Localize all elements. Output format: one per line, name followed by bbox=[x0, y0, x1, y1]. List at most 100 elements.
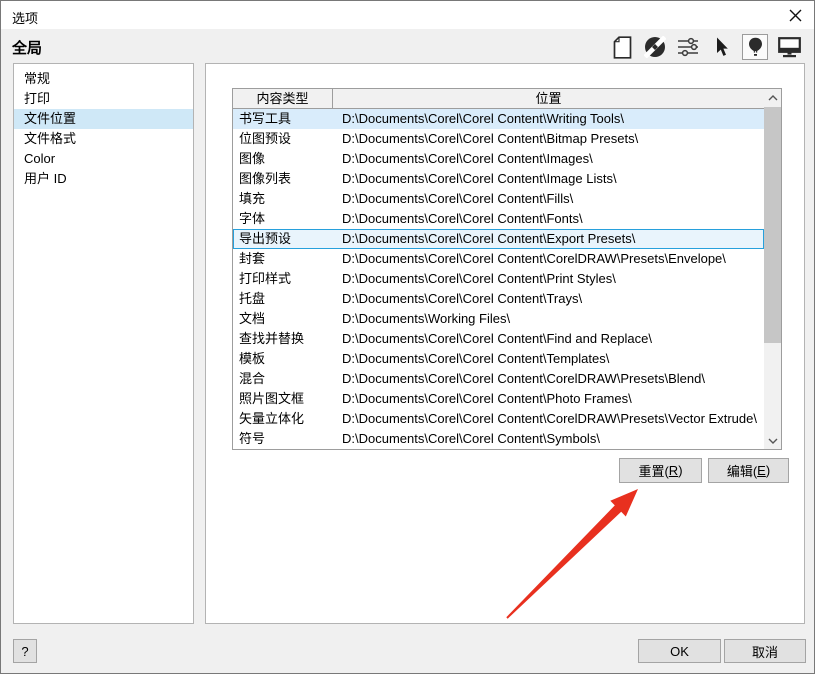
location-cell: D:\Documents\Corel\Corel Content\CorelDR… bbox=[333, 409, 764, 429]
customization-options-button[interactable] bbox=[676, 34, 700, 60]
table-row[interactable]: 书写工具D:\Documents\Corel\Corel Content\Wri… bbox=[233, 109, 764, 129]
content-type-cell: 矢量立体化 bbox=[233, 409, 333, 429]
table-row[interactable]: 托盘D:\Documents\Corel\Corel Content\Trays… bbox=[233, 289, 764, 309]
close-button[interactable] bbox=[783, 4, 807, 26]
table-row[interactable]: 查找并替换D:\Documents\Corel\Corel Content\Fi… bbox=[233, 329, 764, 349]
sidebar-item[interactable]: 常规 bbox=[14, 69, 193, 89]
location-cell: D:\Documents\Corel\Corel Content\Templat… bbox=[333, 349, 764, 369]
document-icon bbox=[613, 36, 632, 59]
ok-button[interactable]: OK bbox=[638, 639, 721, 663]
table-row[interactable]: 混合D:\Documents\Corel\Corel Content\Corel… bbox=[233, 369, 764, 389]
table-row[interactable]: 符号D:\Documents\Corel\Corel Content\Symbo… bbox=[233, 429, 764, 449]
sidebar-item[interactable]: 文件位置 bbox=[14, 109, 193, 129]
cancel-button[interactable]: 取消 bbox=[724, 639, 806, 663]
location-cell: D:\Documents\Corel\Corel Content\Fonts\ bbox=[333, 209, 764, 229]
content-type-cell: 混合 bbox=[233, 369, 333, 389]
sidebar-list: 常规打印文件位置文件格式Color用户 ID bbox=[14, 69, 193, 189]
table-row[interactable]: 封套D:\Documents\Corel\Corel Content\Corel… bbox=[233, 249, 764, 269]
location-cell: D:\Documents\Corel\Corel Content\Photo F… bbox=[333, 389, 764, 409]
table-row[interactable]: 字体D:\Documents\Corel\Corel Content\Fonts… bbox=[233, 209, 764, 229]
location-cell: D:\Documents\Corel\Corel Content\Image L… bbox=[333, 169, 764, 189]
content-type-cell: 封套 bbox=[233, 249, 333, 269]
content-type-cell: 打印样式 bbox=[233, 269, 333, 289]
sidebar-item[interactable]: 用户 ID bbox=[14, 169, 193, 189]
scroll-up-button[interactable] bbox=[764, 89, 781, 106]
close-icon bbox=[789, 9, 802, 22]
content-type-cell: 图像 bbox=[233, 149, 333, 169]
cursor-icon bbox=[714, 37, 729, 58]
edit-label: 编辑( bbox=[727, 461, 757, 480]
content-type-cell: 导出预设 bbox=[233, 229, 333, 249]
location-cell: D:\Documents\Corel\Corel Content\CorelDR… bbox=[333, 369, 764, 389]
dialog-title: 选项 bbox=[12, 8, 38, 27]
global-options-button[interactable] bbox=[742, 34, 768, 60]
location-cell: D:\Documents\Corel\Corel Content\Export … bbox=[333, 229, 764, 249]
reset-mnemonic: R bbox=[669, 463, 678, 478]
table-row[interactable]: 图像列表D:\Documents\Corel\Corel Content\Ima… bbox=[233, 169, 764, 189]
reset-button[interactable]: 重置(R) bbox=[619, 458, 702, 483]
chevron-down-icon bbox=[768, 438, 778, 444]
edit-label-close: ) bbox=[766, 463, 770, 478]
table-row[interactable]: 文档D:\Documents\Working Files\ bbox=[233, 309, 764, 329]
table-row[interactable]: 位图预设D:\Documents\Corel\Corel Content\Bit… bbox=[233, 129, 764, 149]
table-row[interactable]: 填充D:\Documents\Corel\Corel Content\Fills… bbox=[233, 189, 764, 209]
table-row[interactable]: 导出预设D:\Documents\Corel\Corel Content\Exp… bbox=[233, 229, 764, 249]
title-bar: 选项 bbox=[1, 1, 814, 29]
sidebar-item[interactable]: 文件格式 bbox=[14, 129, 193, 149]
location-cell: D:\Documents\Corel\Corel Content\Images\ bbox=[333, 149, 764, 169]
monitor-icon bbox=[778, 37, 801, 58]
content-type-cell: 填充 bbox=[233, 189, 333, 209]
table-row[interactable]: 打印样式D:\Documents\Corel\Corel Content\Pri… bbox=[233, 269, 764, 289]
table-row[interactable]: 矢量立体化D:\Documents\Corel\Corel Content\Co… bbox=[233, 409, 764, 429]
reset-label-close: ) bbox=[678, 463, 682, 478]
table-body: 书写工具D:\Documents\Corel\Corel Content\Wri… bbox=[233, 109, 764, 449]
content-type-cell: 字体 bbox=[233, 209, 333, 229]
workspace-options-button[interactable] bbox=[709, 34, 733, 60]
content-type-cell: 位图预设 bbox=[233, 129, 333, 149]
location-cell: D:\Documents\Working Files\ bbox=[333, 309, 764, 329]
location-cell: D:\Documents\Corel\Corel Content\Print S… bbox=[333, 269, 764, 289]
global-balloon-icon bbox=[748, 37, 763, 57]
tools-options-button[interactable] bbox=[643, 34, 667, 60]
location-cell: D:\Documents\Corel\Corel Content\Writing… bbox=[333, 109, 764, 129]
table-row[interactable]: 图像D:\Documents\Corel\Corel Content\Image… bbox=[233, 149, 764, 169]
content-type-cell: 符号 bbox=[233, 429, 333, 449]
tools-icon bbox=[644, 36, 666, 58]
table-row[interactable]: 照片图文框D:\Documents\Corel\Corel Content\Ph… bbox=[233, 389, 764, 409]
sidebar-item[interactable]: Color bbox=[14, 149, 193, 169]
scrollbar-thumb[interactable] bbox=[764, 107, 781, 343]
ok-label: OK bbox=[670, 644, 689, 659]
options-category-toolbar bbox=[610, 31, 801, 63]
workspaces-button[interactable] bbox=[777, 34, 801, 60]
location-cell: D:\Documents\Corel\Corel Content\Bitmap … bbox=[333, 129, 764, 149]
table-row[interactable]: 模板D:\Documents\Corel\Corel Content\Templ… bbox=[233, 349, 764, 369]
options-dialog: 选项 全局 bbox=[0, 0, 815, 674]
file-locations-table: 内容类型 位置 书写工具D:\Documents\Corel\Corel Con… bbox=[232, 88, 782, 450]
location-cell: D:\Documents\Corel\Corel Content\Trays\ bbox=[333, 289, 764, 309]
page-title: 全局 bbox=[12, 37, 42, 58]
category-sidebar: 常规打印文件位置文件格式Color用户 ID bbox=[13, 63, 194, 624]
location-cell: D:\Documents\Corel\Corel Content\CorelDR… bbox=[333, 249, 764, 269]
sidebar-item[interactable]: 打印 bbox=[14, 89, 193, 109]
content-type-cell: 托盘 bbox=[233, 289, 333, 309]
sliders-icon bbox=[677, 37, 699, 57]
cancel-label: 取消 bbox=[752, 642, 778, 661]
column-header-content-type[interactable]: 内容类型 bbox=[233, 89, 333, 108]
location-cell: D:\Documents\Corel\Corel Content\Symbols… bbox=[333, 429, 764, 449]
help-button[interactable]: ? bbox=[13, 639, 37, 663]
edit-button[interactable]: 编辑(E) bbox=[708, 458, 789, 483]
column-header-location[interactable]: 位置 bbox=[333, 89, 764, 108]
chevron-up-icon bbox=[768, 95, 778, 101]
reset-label: 重置( bbox=[638, 461, 668, 480]
location-cell: D:\Documents\Corel\Corel Content\Fills\ bbox=[333, 189, 764, 209]
content-type-cell: 文档 bbox=[233, 309, 333, 329]
content-type-cell: 书写工具 bbox=[233, 109, 333, 129]
content-type-cell: 图像列表 bbox=[233, 169, 333, 189]
edit-mnemonic: E bbox=[757, 463, 766, 478]
table-header: 内容类型 位置 bbox=[233, 89, 764, 109]
content-type-cell: 模板 bbox=[233, 349, 333, 369]
vertical-scrollbar[interactable] bbox=[764, 89, 781, 449]
content-type-cell: 照片图文框 bbox=[233, 389, 333, 409]
document-options-button[interactable] bbox=[610, 34, 634, 60]
scroll-down-button[interactable] bbox=[764, 432, 781, 449]
